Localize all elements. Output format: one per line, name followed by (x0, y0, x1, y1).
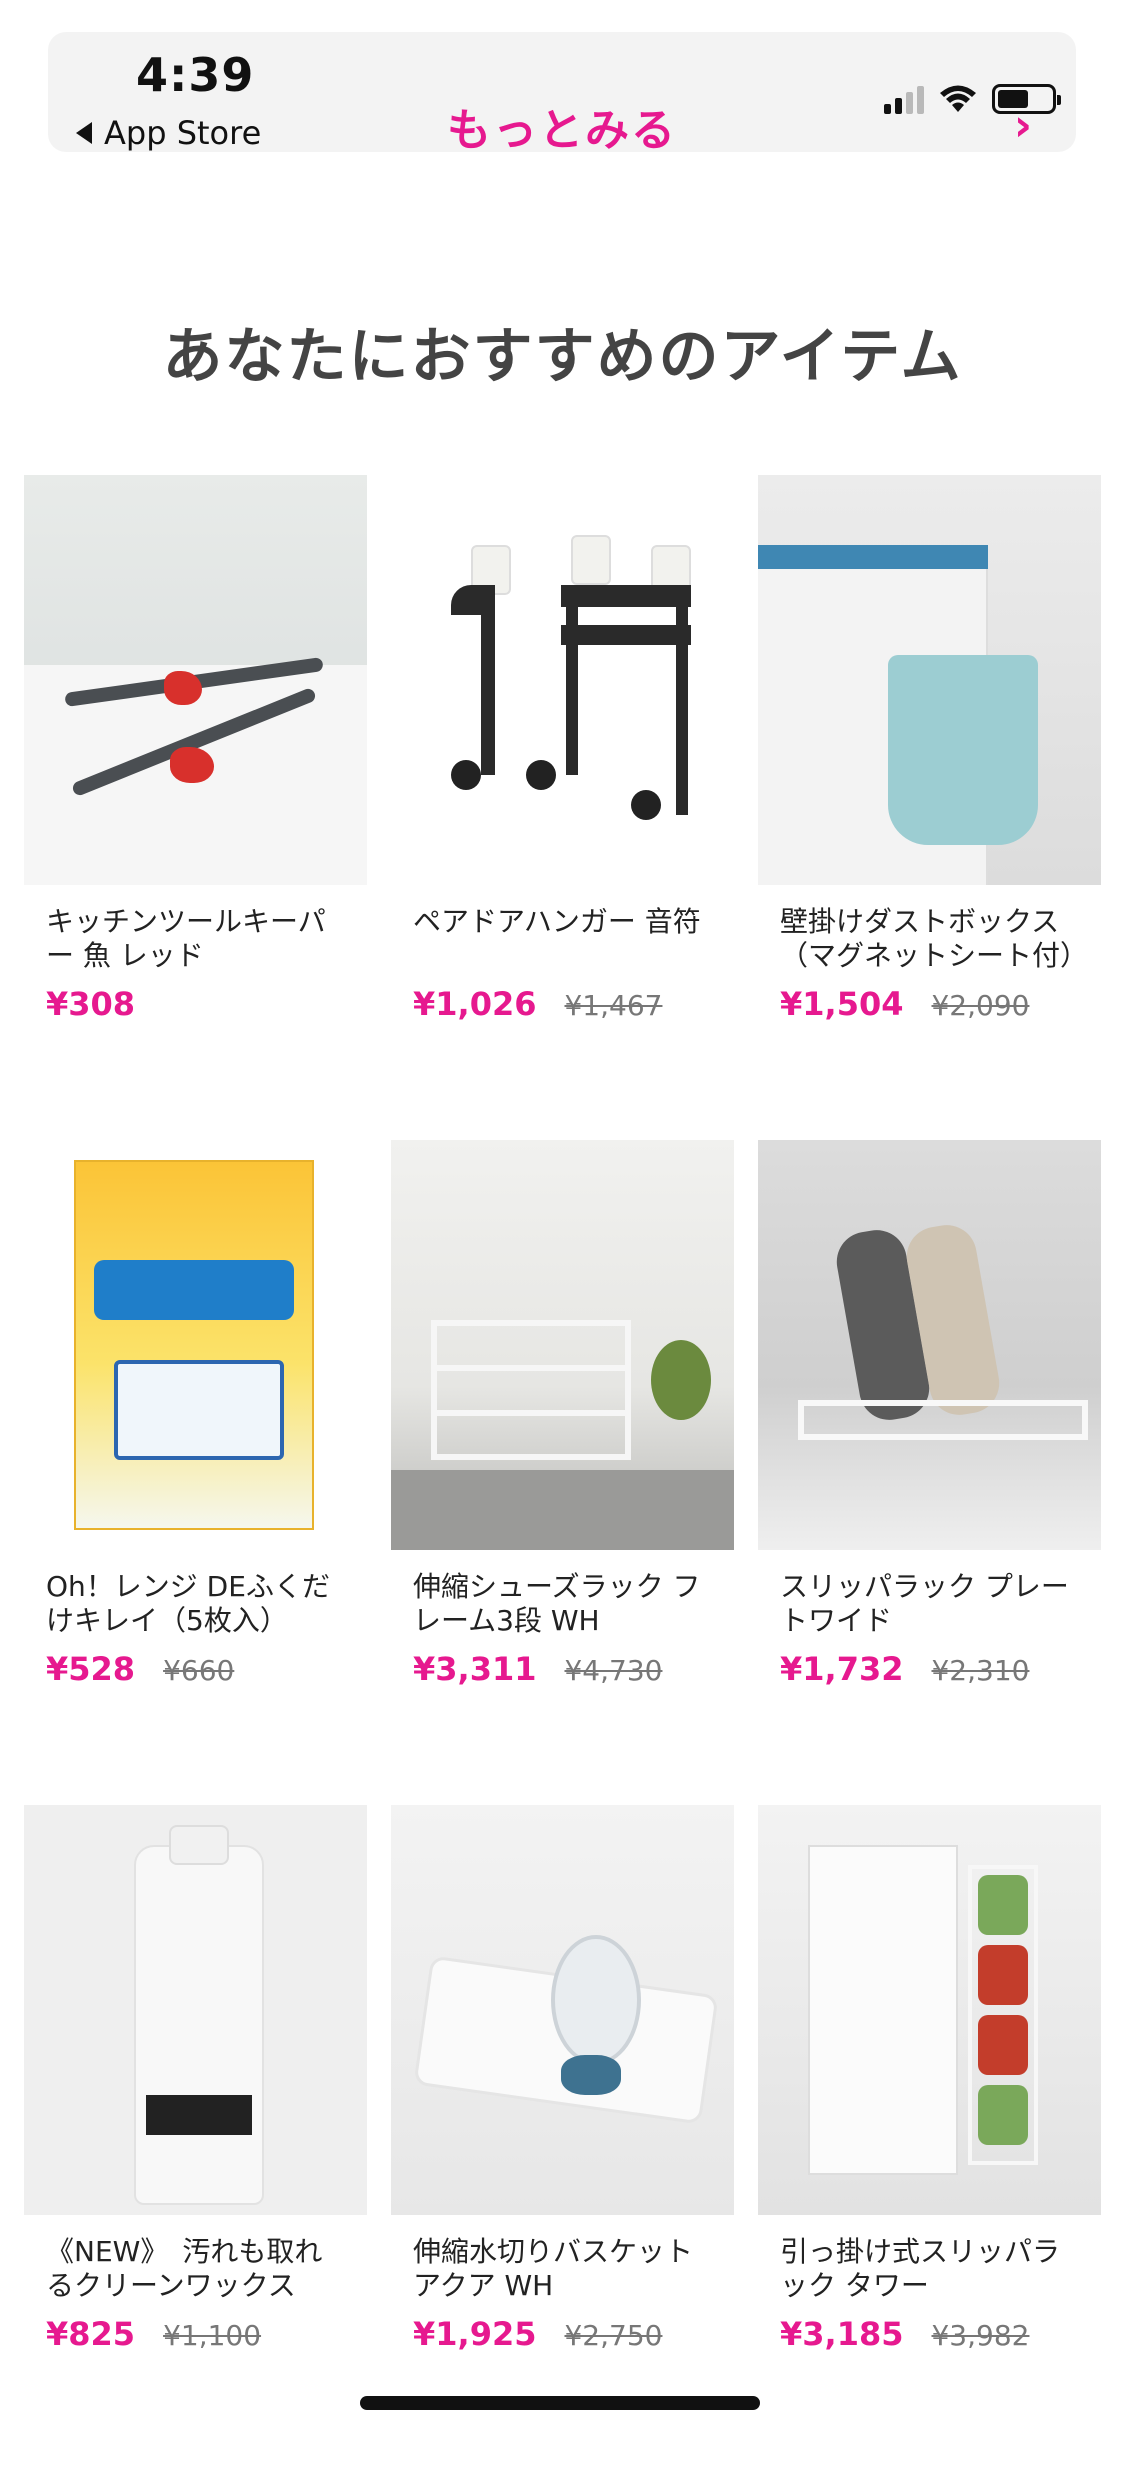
product-original-price: ¥1,467 (564, 989, 663, 1022)
product-grid: キッチンツールキーパー 魚 レッド ¥308 ペアドアハンガー 音符 ¥1,02… (24, 475, 1101, 2470)
product-price: ¥3,185 (780, 2315, 904, 2353)
product-image (391, 1140, 734, 1550)
product-original-price: ¥660 (163, 1654, 235, 1687)
top-bar: 4:39 App Store もっとみる › (48, 32, 1076, 156)
product-card[interactable]: スリッパラック プレートワイド ¥1,732 ¥2,310 (758, 1140, 1101, 1805)
product-name: 壁掛けダストボックス（マグネットシート付） (780, 905, 1089, 972)
product-price: ¥308 (46, 985, 136, 1023)
product-name: 伸縮水切りバスケット アクア WH (413, 2235, 694, 2302)
product-name: キッチンツールキーパー 魚 レッド (46, 905, 326, 972)
product-image (758, 1140, 1101, 1550)
product-name: Oh！レンジ DEふくだけキレイ（5枚入） (46, 1570, 330, 1637)
product-original-price: ¥1,100 (163, 2319, 262, 2352)
product-name: スリッパラック プレートワイド (780, 1570, 1069, 1637)
product-image (24, 1805, 367, 2215)
product-price: ¥528 (46, 1650, 136, 1688)
product-card[interactable]: 伸縮水切りバスケット アクア WH ¥1,925 ¥2,750 (391, 1805, 734, 2470)
product-image (758, 1805, 1101, 2215)
cellular-signal-icon (884, 84, 924, 114)
wifi-icon (938, 84, 978, 114)
product-row: キッチンツールキーパー 魚 レッド ¥308 ペアドアハンガー 音符 ¥1,02… (24, 475, 1101, 1140)
product-image (24, 475, 367, 885)
product-card[interactable]: 引っ掛け式スリッパラック タワー ¥3,185 ¥3,982 (758, 1805, 1101, 2470)
product-image (391, 475, 734, 885)
product-image (758, 475, 1101, 885)
product-row: 《NEW》 汚れも取れるクリーンワックス110 ¥825 ¥1,100 伸縮水切… (24, 1805, 1101, 2470)
product-original-price: ¥2,090 (931, 989, 1030, 1022)
product-original-price: ¥2,310 (931, 1654, 1030, 1687)
product-image (24, 1140, 367, 1550)
product-image (391, 1805, 734, 2215)
product-card[interactable]: 壁掛けダストボックス（マグネットシート付） ¥1,504 ¥2,090 (758, 475, 1101, 1140)
product-name: 引っ掛け式スリッパラック タワー (780, 2235, 1061, 2302)
product-price: ¥1,925 (413, 2315, 537, 2353)
product-price: ¥3,311 (413, 1650, 537, 1688)
product-card[interactable]: 伸縮シューズラック フレーム3段 WH ¥3,311 ¥4,730 (391, 1140, 734, 1805)
product-card[interactable]: ペアドアハンガー 音符 ¥1,026 ¥1,467 (391, 475, 734, 1140)
product-name: 伸縮シューズラック フレーム3段 WH (413, 1570, 701, 1637)
product-price: ¥1,504 (780, 985, 904, 1023)
product-name: ペアドアハンガー 音符 (413, 905, 701, 938)
product-original-price: ¥4,730 (564, 1654, 663, 1687)
product-row: Oh！レンジ DEふくだけキレイ（5枚入） ¥528 ¥660 伸縮シューズラッ… (24, 1140, 1101, 1805)
product-original-price: ¥2,750 (564, 2319, 663, 2352)
product-name: 《NEW》 汚れも取れるクリーンワックス110 (46, 2235, 323, 2302)
product-original-price: ¥3,982 (931, 2319, 1030, 2352)
product-card[interactable]: 《NEW》 汚れも取れるクリーンワックス110 ¥825 ¥1,100 (24, 1805, 367, 2470)
chevron-right-icon[interactable]: › (1014, 100, 1032, 151)
home-indicator[interactable] (360, 2396, 760, 2410)
product-price: ¥825 (46, 2315, 136, 2353)
product-price: ¥1,732 (780, 1650, 904, 1688)
product-card[interactable]: キッチンツールキーパー 魚 レッド ¥308 (24, 475, 367, 1140)
product-price: ¥1,026 (413, 985, 537, 1023)
product-card[interactable]: Oh！レンジ DEふくだけキレイ（5枚入） ¥528 ¥660 (24, 1140, 367, 1805)
section-title: あなたにおすすめのアイテム (162, 322, 963, 392)
